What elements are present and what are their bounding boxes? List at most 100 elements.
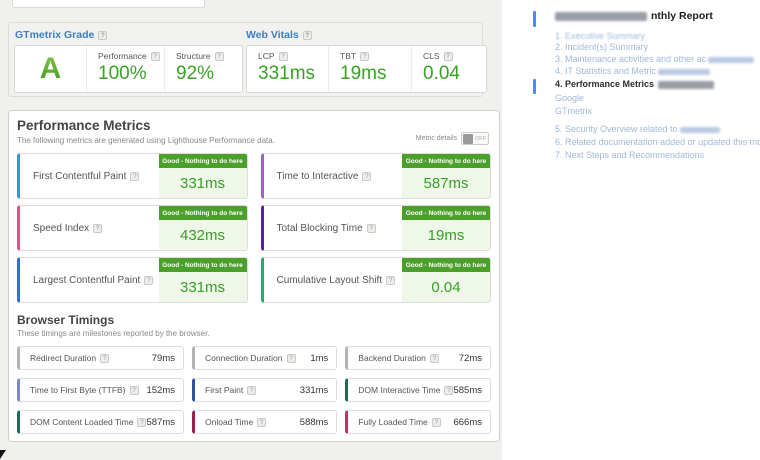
- timing-card-first-paint: First Paint? 331ms: [192, 378, 337, 402]
- timing-grid: Redirect Duration? 79ms Connection Durat…: [17, 346, 491, 434]
- structure-score-label: Structure: [176, 51, 211, 61]
- metric-card-fcp: First Contentful Paint? Good - Nothing t…: [17, 153, 248, 199]
- timing-label: First Paint: [205, 385, 243, 395]
- grade-card: A Performance? 100% Structure? 92%: [14, 45, 243, 93]
- metric-label: Cumulative Layout Shift: [277, 275, 383, 286]
- status-badge: Good - Nothing to do here: [402, 258, 490, 272]
- status-badge: Good - Nothing to do here: [402, 154, 490, 168]
- gtmetrix-report-pane: GTmetrix Grade? Web Vitals? A Performanc…: [0, 0, 502, 460]
- outline-item-google[interactable]: Google: [555, 93, 584, 103]
- help-icon[interactable]: ?: [303, 31, 312, 40]
- timing-value: 585ms: [453, 385, 482, 396]
- outline-item-incidents-summary[interactable]: 2. Incident(s) Summary: [555, 42, 648, 52]
- toggle-state-text: OFF: [475, 136, 486, 142]
- status-badge: Good - Nothing to do here: [159, 154, 247, 168]
- redacted-text-block: [658, 81, 714, 89]
- metric-label: Largest Contentful Paint: [33, 275, 140, 286]
- lcp-label: LCP: [258, 51, 275, 61]
- timing-label: DOM Interactive Time: [358, 385, 440, 395]
- cls-value: 0.04: [423, 63, 486, 85]
- outline-item-related-documentation[interactable]: 6. Related documentation added or update…: [555, 137, 760, 147]
- help-icon[interactable]: ?: [247, 386, 256, 395]
- outline-item-executive-summary[interactable]: 1. Executive Summary: [555, 31, 645, 41]
- metric-card-speed-index: Speed Index? Good - Nothing to do here43…: [17, 205, 248, 251]
- metric-card-cls: Cumulative Layout Shift? Good - Nothing …: [261, 257, 492, 303]
- vitals-section-label: Web Vitals?: [246, 29, 312, 41]
- timing-card-dom-interactive: DOM Interactive Time? 585ms: [345, 378, 491, 402]
- metric-details-toggle-row: Metric details OFF: [416, 132, 489, 145]
- tbt-label: TBT: [340, 51, 356, 61]
- timing-label: DOM Content Loaded Time: [30, 417, 133, 427]
- vitals-section-title: Web Vitals: [246, 29, 299, 41]
- help-icon[interactable]: ?: [362, 172, 371, 181]
- outline-active-marker: [533, 79, 536, 94]
- help-icon[interactable]: ?: [144, 276, 153, 285]
- outline-title: nthly Report: [555, 10, 713, 22]
- help-icon[interactable]: ?: [137, 418, 146, 427]
- help-icon[interactable]: ?: [215, 52, 224, 61]
- help-icon[interactable]: ?: [130, 386, 139, 395]
- status-badge: Good - Nothing to do here: [159, 258, 247, 272]
- metric-details-toggle[interactable]: OFF: [461, 132, 489, 145]
- timing-card-connection: Connection Duration? 1ms: [192, 346, 337, 370]
- timing-value: 152ms: [146, 385, 175, 396]
- status-badge: Good - Nothing to do here: [159, 206, 247, 220]
- metric-card-tti: Time to Interactive? Good - Nothing to d…: [261, 153, 492, 199]
- redacted-text-block: [658, 69, 710, 75]
- metric-label: First Contentful Paint: [33, 171, 126, 182]
- help-icon[interactable]: ?: [430, 354, 439, 363]
- timing-value: 331ms: [300, 385, 329, 396]
- help-icon[interactable]: ?: [151, 52, 160, 61]
- tbt-cell: TBT? 19ms: [329, 46, 412, 92]
- metric-details-label: Metric details: [416, 135, 457, 142]
- grade-letter-cell: A: [15, 46, 87, 92]
- help-icon[interactable]: ?: [432, 418, 441, 427]
- timing-value: 72ms: [459, 353, 482, 364]
- help-icon[interactable]: ?: [444, 386, 453, 395]
- timing-card-ttfb: Time to First Byte (TTFB)? 152ms: [17, 378, 184, 402]
- outline-item-it-statistics[interactable]: 4. IT Statistics and Metric: [555, 66, 710, 76]
- grade-letter: A: [40, 52, 62, 86]
- help-icon[interactable]: ?: [100, 354, 109, 363]
- metric-grid: First Contentful Paint? Good - Nothing t…: [17, 153, 491, 303]
- outline-item-performance-metrics[interactable]: 4. Performance Metrics: [555, 79, 714, 89]
- performance-score-cell: Performance? 100%: [87, 46, 165, 92]
- outline-title-marker: [533, 11, 536, 27]
- lcp-value: 331ms: [258, 63, 328, 85]
- performance-metrics-card: Performance Metrics The following metric…: [8, 110, 500, 442]
- cropped-top-card: [12, 0, 205, 8]
- outline-item-next-steps[interactable]: 7. Next Steps and Recommendations: [555, 150, 704, 160]
- structure-score-cell: Structure? 92%: [165, 46, 242, 92]
- help-icon[interactable]: ?: [367, 224, 376, 233]
- outline-item-maintenance[interactable]: 3. Maintenance activities and other ac: [555, 54, 754, 64]
- timing-label: Onload Time: [205, 417, 253, 427]
- help-icon[interactable]: ?: [386, 276, 395, 285]
- timing-label: Backend Duration: [358, 353, 426, 363]
- metric-card-lcp: Largest Contentful Paint? Good - Nothing…: [17, 257, 248, 303]
- help-icon[interactable]: ?: [130, 172, 139, 181]
- help-icon[interactable]: ?: [93, 224, 102, 233]
- cls-label: CLS: [423, 51, 440, 61]
- metric-card-tbt: Total Blocking Time? Good - Nothing to d…: [261, 205, 492, 251]
- outline-item-security-overview[interactable]: 5. Security Overview related to: [555, 124, 720, 134]
- metric-label: Total Blocking Time: [277, 223, 363, 234]
- metric-label: Time to Interactive: [277, 171, 359, 182]
- cls-cell: CLS? 0.04: [412, 46, 486, 92]
- help-icon[interactable]: ?: [444, 52, 453, 61]
- redacted-text-block: [680, 127, 720, 133]
- help-icon[interactable]: ?: [360, 52, 369, 61]
- redacted-text-block: [555, 12, 647, 21]
- timing-label: Fully Loaded Time: [358, 417, 427, 427]
- browser-timings-subtitle: These timings are milestones reported by…: [17, 329, 491, 338]
- metric-value: 432ms: [159, 220, 247, 250]
- grade-section-title: GTmetrix Grade: [15, 29, 94, 41]
- browser-timings-title: Browser Timings: [17, 313, 491, 327]
- outline-item-gtmetrix[interactable]: GTmetrix: [555, 106, 592, 116]
- performance-metrics-title: Performance Metrics: [17, 118, 491, 133]
- help-icon[interactable]: ?: [98, 31, 107, 40]
- toggle-knob-icon: [463, 134, 473, 144]
- help-icon[interactable]: ?: [257, 418, 266, 427]
- help-icon[interactable]: ?: [287, 354, 296, 363]
- timing-label: Time to First Byte (TTFB): [30, 385, 126, 395]
- help-icon[interactable]: ?: [279, 52, 288, 61]
